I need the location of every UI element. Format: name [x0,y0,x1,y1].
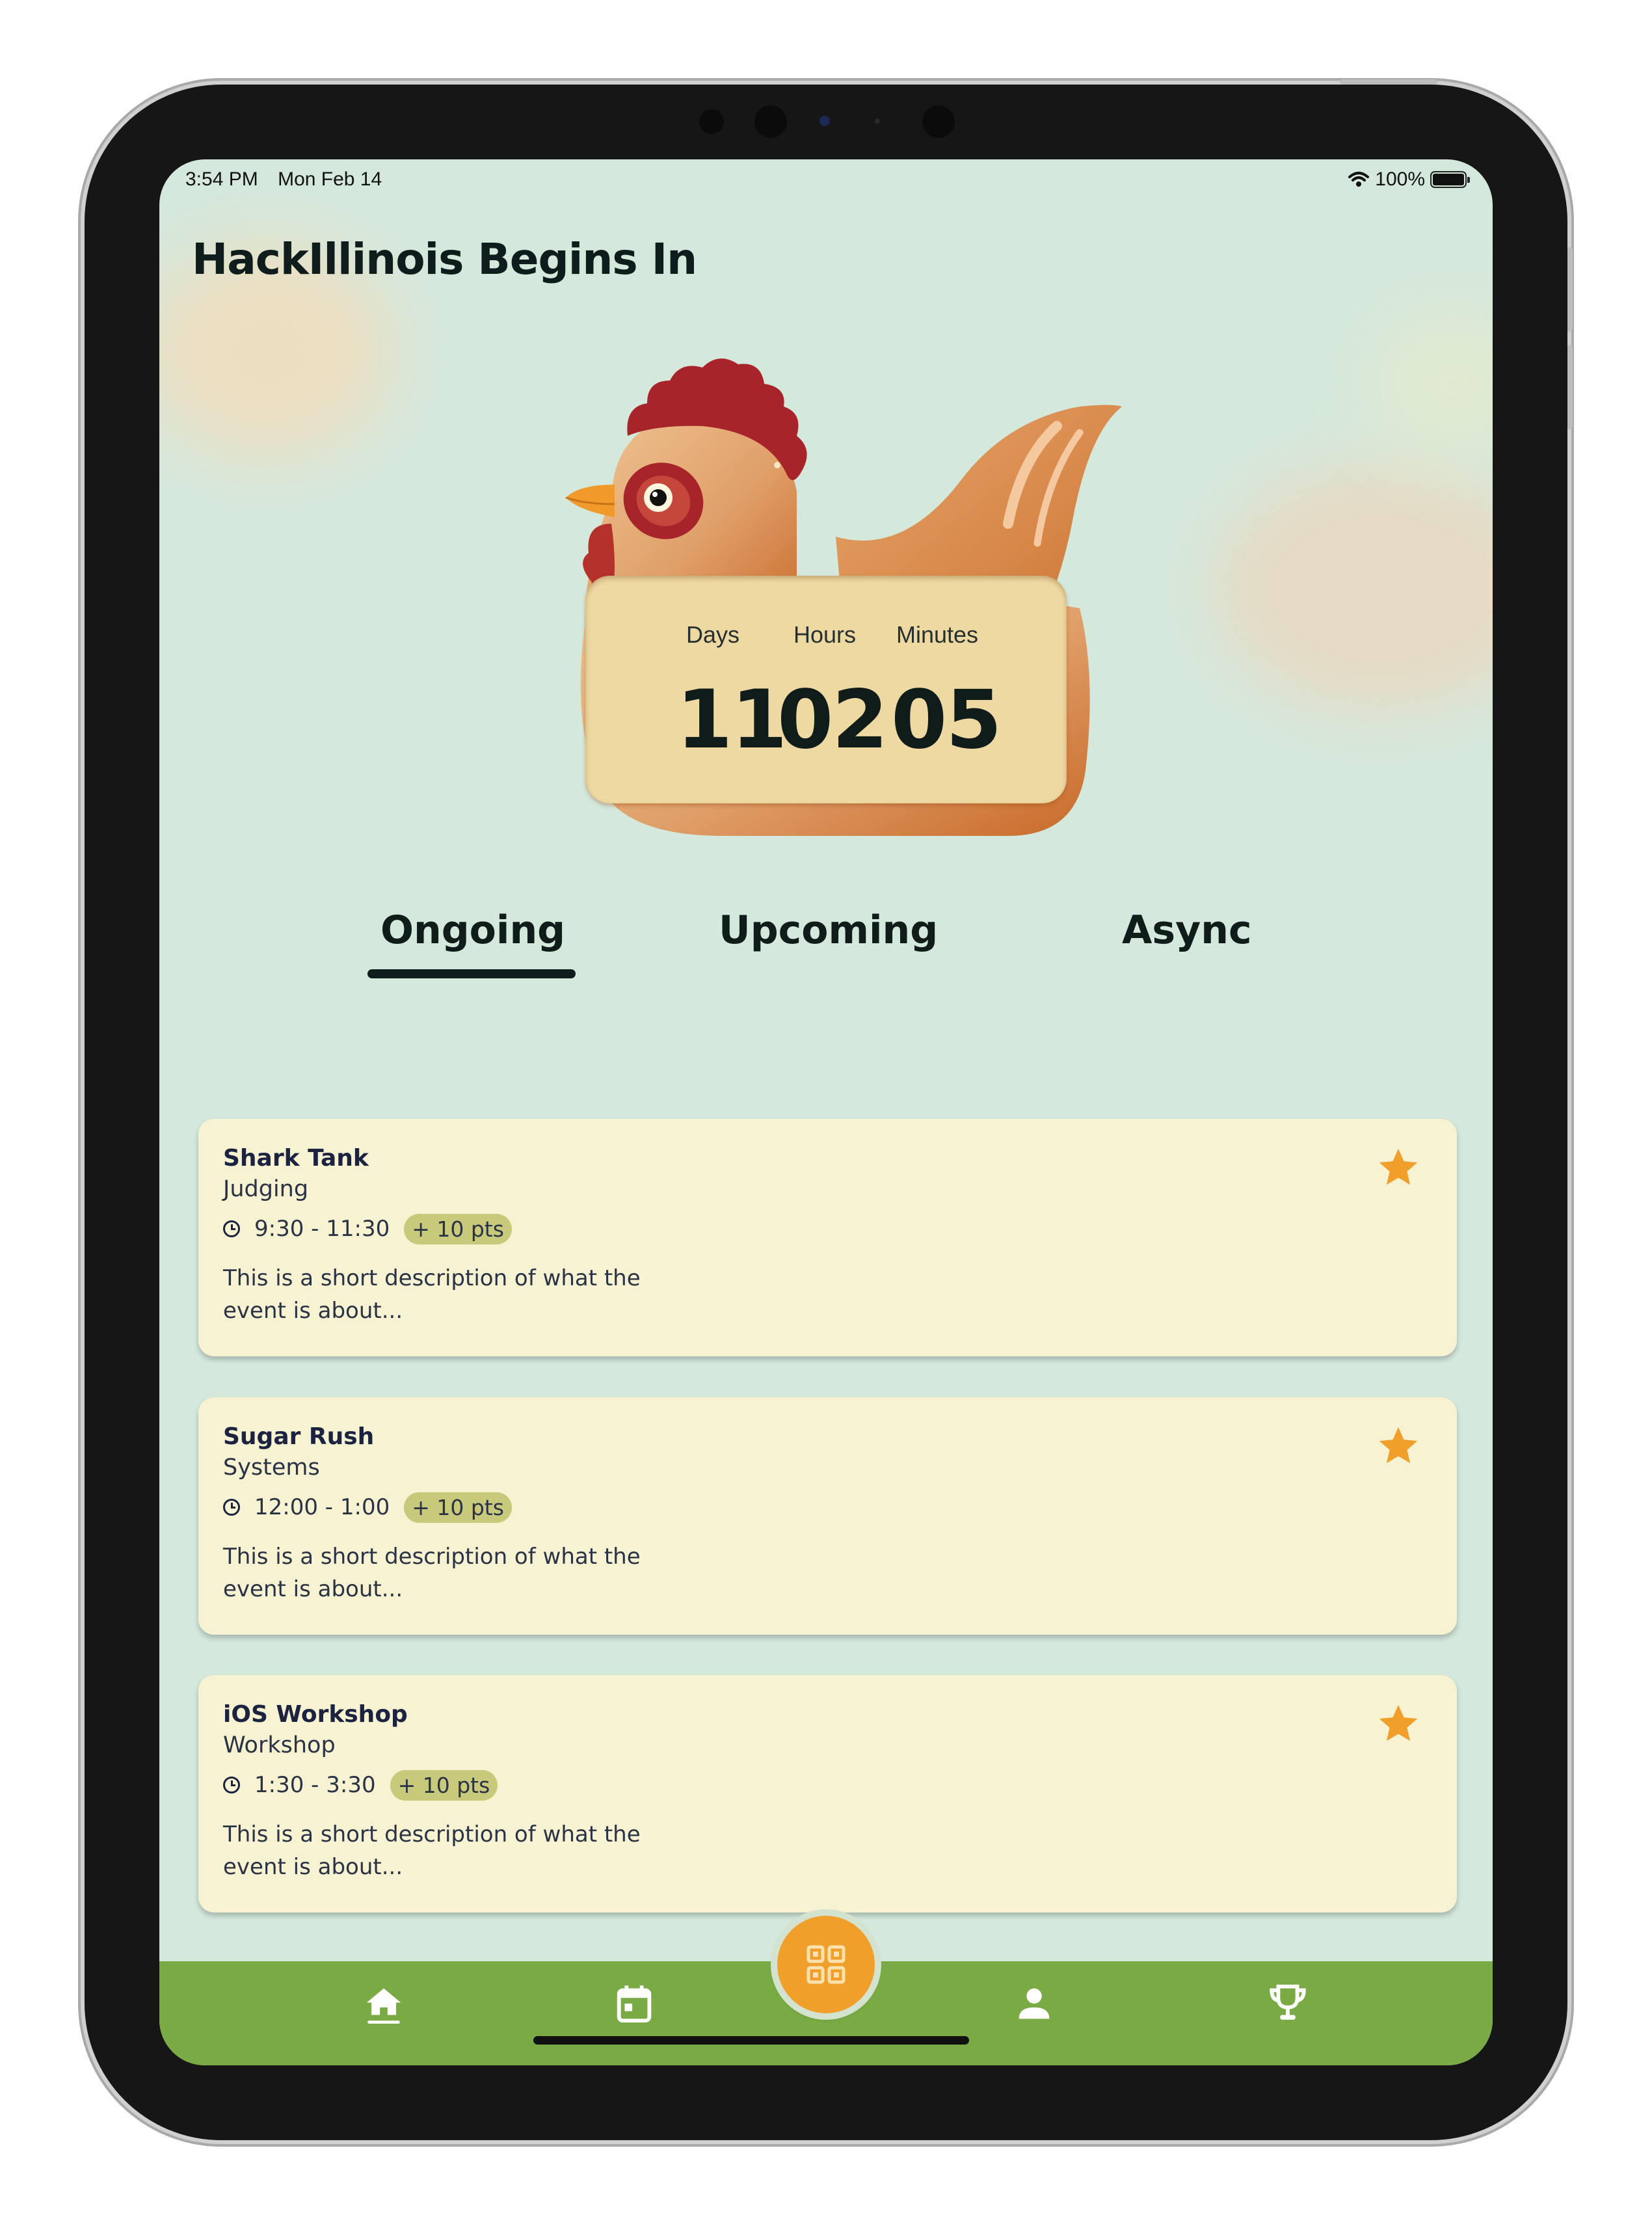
event-time: 1:30 - 3:30 [254,1772,376,1798]
profile-icon [1019,1988,1050,2019]
tab-ongoing[interactable]: Ongoing [380,907,565,953]
tab-upcoming[interactable]: Upcoming [719,907,938,953]
event-type: Systems [223,1455,320,1481]
camera-icon [754,105,787,138]
status-date: Mon Feb 14 [278,168,382,190]
event-time: 12:00 - 1:00 [254,1494,390,1520]
trophy-icon [1270,1984,1306,2020]
nav-leaderboard[interactable] [1265,1981,1311,2026]
status-time: 3:54 PM [185,168,258,190]
clock-icon [223,1220,240,1237]
app-screen: 3:54 PM Mon Feb 14 100% HackIllinois Beg… [159,159,1493,2065]
event-time-row: 12:00 - 1:00 + 10 pts [223,1492,512,1523]
countdown-minutes-value: 05 [891,673,1002,767]
event-description: This is a short description of what the … [223,1821,641,1880]
status-left: 3:54 PM Mon Feb 14 [185,168,382,191]
event-card[interactable]: iOS Workshop Workshop 1:30 - 3:30 + 10 p… [198,1675,1457,1913]
sensor-icon [699,109,724,134]
tab-selected-indicator [367,969,576,978]
countdown-label-days: Days [686,621,740,648]
background-cloud [1213,465,1493,712]
countdown-labels: Days Hours Minutes [585,621,1067,654]
tablet-frame: 3:54 PM Mon Feb 14 100% HackIllinois Beg… [85,79,1573,2140]
qr-code-icon [806,1945,846,1984]
event-time-row: 9:30 - 11:30 + 10 pts [223,1213,512,1244]
points-badge: + 10 pts [404,1492,512,1523]
event-type: Judging [223,1176,309,1202]
face-sensor-icon [922,105,955,138]
countdown-label-minutes: Minutes [896,621,979,648]
calendar-icon [617,1985,652,2023]
points-badge: + 10 pts [404,1213,512,1244]
battery-percent: 100% [1375,168,1425,190]
event-name: iOS Workshop [223,1701,408,1728]
camera-housing [85,104,1567,138]
sensor-dot-icon [875,118,880,124]
nav-schedule[interactable] [611,1981,657,2026]
countdown-label-hours: Hours [793,621,857,648]
clock-icon [223,1499,240,1516]
nav-home[interactable] [361,1981,406,2026]
event-tabs: Ongoing Upcoming Async [159,907,1493,986]
event-description: This is a short description of what the … [223,1544,641,1602]
wifi-icon [1348,172,1370,187]
home-indicator[interactable] [533,2036,969,2045]
status-bar: 3:54 PM Mon Feb 14 100% [159,159,1493,198]
page-title: HackIllinois Begins In [192,234,697,284]
camera-lens-icon [819,116,830,126]
countdown-panel: Days Hours Minutes 11 02 05 [585,576,1067,803]
top-button [1340,79,1437,85]
qr-code-button[interactable] [777,1916,875,2013]
event-type: Workshop [223,1732,336,1758]
background-cloud [1369,309,1493,459]
volume-up-button [1567,247,1573,332]
event-card[interactable]: Shark Tank Judging 9:30 - 11:30 + 10 pts… [198,1119,1457,1356]
event-name: Sugar Rush [223,1423,375,1450]
favorite-star-icon[interactable] [1376,1423,1421,1469]
event-time-row: 1:30 - 3:30 + 10 pts [223,1769,498,1801]
favorite-star-icon[interactable] [1376,1701,1421,1747]
favorite-star-icon[interactable] [1376,1145,1421,1190]
status-right: 100% [1348,168,1470,191]
event-time: 9:30 - 11:30 [254,1216,390,1242]
tab-async[interactable]: Async [1122,907,1252,953]
countdown-days-value: 11 [676,673,788,767]
battery-icon [1430,171,1470,188]
home-icon [366,1988,401,2024]
nav-profile[interactable] [1011,1981,1057,2026]
event-name: Shark Tank [223,1145,369,1172]
event-card[interactable]: Sugar Rush Systems 12:00 - 1:00 + 10 pts… [198,1397,1457,1635]
event-description: This is a short description of what the … [223,1265,641,1324]
volume-down-button [1567,345,1573,429]
points-badge: + 10 pts [390,1769,498,1801]
clock-icon [223,1777,240,1793]
countdown-values: 11 02 05 [585,673,1067,767]
countdown-hours-value: 02 [777,673,888,767]
